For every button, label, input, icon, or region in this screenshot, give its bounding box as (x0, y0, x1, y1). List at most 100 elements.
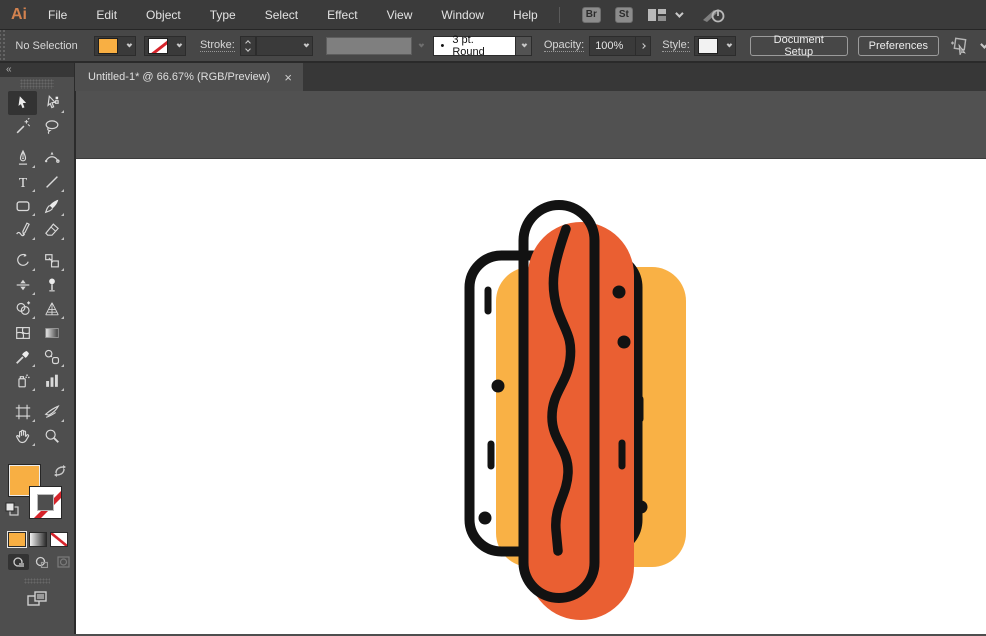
chevron-down-icon (418, 41, 424, 47)
menu-item-view[interactable]: View (377, 8, 423, 22)
brush-definition-chevron-button[interactable] (516, 36, 532, 56)
tool-width[interactable] (8, 273, 37, 297)
tool-perspective-grid[interactable] (37, 297, 66, 321)
default-fill-stroke-icon[interactable] (5, 502, 19, 516)
mesh-icon (14, 324, 32, 342)
menu-item-window[interactable]: Window (431, 8, 494, 22)
tool-magic-wand[interactable] (8, 115, 37, 139)
bridge-badge-button[interactable]: Br (582, 7, 601, 23)
tool-mesh[interactable] (8, 321, 37, 345)
collapse-panel-button[interactable]: « (0, 63, 74, 77)
stroke-well-swatch[interactable] (29, 486, 62, 519)
shape-builder-icon (14, 300, 32, 318)
tool-rotate[interactable] (8, 249, 37, 273)
tool-symbol-sprayer[interactable] (8, 369, 37, 393)
tool-gradient[interactable] (37, 321, 66, 345)
gpu-performance-button[interactable] (701, 6, 727, 24)
fill-color-dropdown[interactable] (94, 36, 136, 56)
chevron-down-icon (177, 41, 183, 47)
eyedropper-icon (14, 348, 32, 366)
draw-behind-icon (35, 556, 48, 568)
selection-icon (14, 94, 32, 112)
tool-selection[interactable] (8, 91, 37, 115)
seed-dot[interactable] (618, 336, 631, 349)
tool-eraser[interactable] (37, 218, 66, 242)
seed-dot[interactable] (479, 512, 492, 525)
menu-item-object[interactable]: Object (136, 8, 191, 22)
sausage-fill-shape[interactable] (528, 222, 634, 620)
tool-column-graph[interactable] (37, 369, 66, 393)
seed-dot[interactable] (492, 380, 505, 393)
tool-puppet-warp[interactable] (37, 273, 66, 297)
touch-workspace-button[interactable] (949, 37, 986, 55)
tool-shape-builder[interactable] (8, 297, 37, 321)
seed-dot[interactable] (635, 501, 648, 514)
stroke-weight-dropdown[interactable] (256, 36, 314, 56)
none-button[interactable] (50, 532, 68, 547)
stepper-down-icon[interactable] (245, 46, 251, 52)
document-tab[interactable]: Untitled-1* @ 66.67% (RGB/Preview) × (75, 63, 303, 91)
menu-item-type[interactable]: Type (200, 8, 246, 22)
stroke-well-hole (37, 494, 54, 511)
stroke-color-dropdown[interactable] (144, 36, 186, 56)
close-tab-icon[interactable]: × (281, 71, 295, 84)
tools-panel-grip[interactable] (20, 79, 54, 89)
tool-scale[interactable] (37, 249, 66, 273)
hotdog-artwork[interactable] (470, 205, 687, 620)
menu-item-select[interactable]: Select (255, 8, 308, 22)
seed-dot[interactable] (613, 286, 626, 299)
touch-workspace-icon (949, 37, 971, 55)
tool-shaper[interactable] (8, 218, 37, 242)
menu-item-file[interactable]: File (38, 8, 77, 22)
stroke-panel-link[interactable]: Stroke: (200, 39, 235, 52)
document-tab-title: Untitled-1* @ 66.67% (RGB/Preview) (88, 71, 281, 83)
draw-normal-button[interactable] (8, 554, 29, 570)
stock-badge-button[interactable]: St (615, 7, 633, 23)
color-button[interactable] (8, 532, 26, 547)
width-icon (14, 276, 32, 294)
stroke-weight-stepper[interactable] (240, 36, 256, 56)
rotate-icon (14, 252, 32, 270)
draw-behind-button[interactable] (31, 554, 52, 570)
stepper-up-icon[interactable] (245, 40, 251, 46)
tool-curvature[interactable] (37, 146, 66, 170)
color-type-buttons (8, 532, 74, 547)
tool-lasso[interactable] (37, 115, 66, 139)
tool-artboard[interactable] (8, 400, 37, 424)
tools-panel-grip (24, 578, 50, 584)
fill-color-swatch[interactable] (98, 38, 118, 54)
swap-fill-stroke-icon[interactable] (53, 464, 67, 477)
panel-grip[interactable] (0, 30, 7, 61)
preferences-button[interactable]: Preferences (858, 36, 939, 56)
workspace-switcher-button[interactable] (647, 8, 681, 22)
document-setup-button[interactable]: Document Setup (750, 36, 848, 56)
canvas[interactable] (75, 91, 986, 634)
tool-group-separator (8, 139, 66, 146)
brush-definition-dropdown[interactable]: • 3 pt. Round (433, 36, 516, 56)
tool-paintbrush[interactable] (37, 194, 66, 218)
menu-item-help[interactable]: Help (503, 8, 548, 22)
tool-slice[interactable] (37, 400, 66, 424)
tool-blend[interactable] (37, 345, 66, 369)
style-panel-link[interactable]: Style: (662, 39, 690, 52)
screen-mode-button[interactable] (25, 590, 49, 608)
tool-type[interactable]: T (8, 170, 37, 194)
stroke-none-swatch[interactable] (148, 38, 168, 54)
opacity-more-button[interactable] (636, 36, 651, 56)
tool-zoom[interactable] (37, 424, 66, 448)
puppet-warp-icon (43, 276, 61, 294)
style-swatch[interactable] (698, 38, 718, 54)
style-dropdown[interactable] (694, 36, 736, 56)
opacity-panel-link[interactable]: Opacity: (544, 39, 584, 52)
tool-eyedropper[interactable] (8, 345, 37, 369)
opacity-input[interactable]: 100% (589, 36, 636, 56)
tool-pen[interactable] (8, 146, 37, 170)
gradient-button[interactable] (29, 532, 47, 547)
tool-line-segment[interactable] (37, 170, 66, 194)
menubar: Ai FileEditObjectTypeSelectEffectViewWin… (0, 0, 986, 30)
tool-rectangle[interactable] (8, 194, 37, 218)
tool-hand[interactable] (8, 424, 37, 448)
menu-item-edit[interactable]: Edit (86, 8, 127, 22)
tool-direct-selection[interactable] (37, 91, 66, 115)
menu-item-effect[interactable]: Effect (317, 8, 367, 22)
